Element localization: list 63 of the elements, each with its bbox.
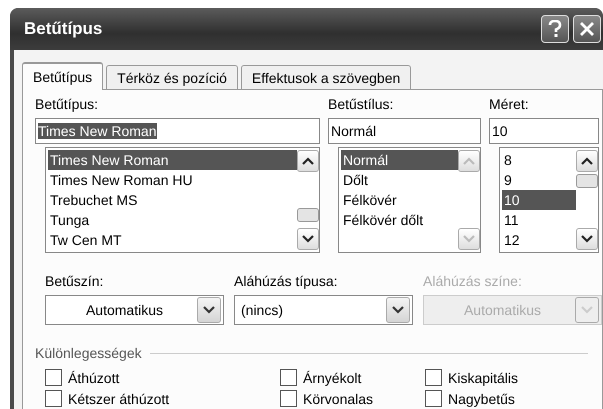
field-label: Betűszín:: [45, 273, 104, 290]
chevron-up-icon: [302, 157, 314, 165]
checkbox[interactable]: [425, 369, 442, 386]
scroll-thumb[interactable]: [576, 174, 598, 188]
chevron-up-icon: [581, 157, 593, 165]
list-item[interactable]: Dőlt: [341, 170, 458, 190]
chevron-down-icon: [203, 306, 215, 314]
dropdown[interactable]: Automatikus: [45, 295, 224, 325]
close-button[interactable]: [573, 15, 601, 43]
list-item[interactable]: 9: [502, 170, 576, 190]
scrollbar[interactable]: [576, 150, 598, 250]
checkbox-label[interactable]: Körvonalas: [303, 390, 374, 406]
scroll-thumb[interactable]: [297, 208, 319, 222]
checkbox[interactable]: [425, 390, 442, 407]
list-item[interactable]: Félkövér: [341, 190, 458, 210]
list-item[interactable]: 10: [502, 190, 576, 210]
checkbox-label[interactable]: Áthúzott: [68, 370, 120, 386]
list-item[interactable]: Trebuchet MS: [48, 190, 297, 210]
field-label: Aláhúzás típusa:: [234, 273, 339, 290]
input-field[interactable]: Times New Roman: [35, 118, 320, 144]
input-field[interactable]: Normál: [328, 118, 481, 144]
scroll-up-button[interactable]: [576, 150, 598, 172]
checkbox[interactable]: [280, 390, 297, 407]
group-title: Különlegességek: [35, 345, 142, 361]
list-item[interactable]: Normál: [341, 150, 458, 170]
checkbox-label[interactable]: Kiskapitális: [448, 370, 518, 386]
field-label: Aláhúzás színe:: [423, 273, 523, 290]
list-item[interactable]: Tw Cen MT: [48, 230, 297, 250]
list-item[interactable]: 8: [502, 150, 576, 170]
chevron-down-icon: [392, 306, 404, 314]
list-item[interactable]: Times New Roman HU: [48, 170, 297, 190]
list-item[interactable]: Tunga: [48, 210, 297, 230]
field-label: Betűtípus:: [35, 96, 98, 113]
window-title: Betűtípus: [24, 19, 102, 39]
help-button[interactable]: [541, 15, 569, 43]
field-label: Betűstílus:: [328, 96, 394, 113]
close-icon: [579, 21, 595, 37]
list-item[interactable]: 11: [502, 210, 576, 230]
list-item[interactable]: 12: [502, 230, 576, 250]
tab[interactable]: Betűtípus: [22, 62, 104, 90]
checkbox[interactable]: [45, 390, 62, 407]
scroll-up-button[interactable]: [297, 150, 319, 172]
checkbox[interactable]: [45, 369, 62, 386]
chevron-down-icon: [463, 235, 475, 243]
list-item[interactable]: Félkövér dőlt: [341, 210, 458, 230]
input-field[interactable]: 10: [489, 118, 599, 144]
scroll-down-button[interactable]: [576, 228, 598, 250]
tab[interactable]: Térköz és pozíció: [106, 65, 238, 89]
chevron-down-icon: [581, 235, 593, 243]
field-label: Méret:: [489, 96, 529, 113]
tab[interactable]: Effektusok a szövegben: [240, 65, 412, 89]
chevron-down-icon: [581, 306, 593, 314]
checkbox-label[interactable]: Kétszer áthúzott: [68, 390, 170, 406]
list-item[interactable]: Times New Roman: [48, 150, 297, 170]
help-icon: [547, 20, 563, 38]
dropdown[interactable]: (nincs): [234, 295, 413, 325]
scrollbar[interactable]: [297, 150, 319, 250]
checkbox-label[interactable]: Árnyékolt: [303, 370, 362, 386]
scroll-down-button[interactable]: [297, 228, 319, 250]
chevron-down-icon: [302, 235, 314, 243]
chevron-up-icon: [463, 157, 475, 165]
checkbox-label[interactable]: Nagybetűs: [448, 390, 515, 406]
checkbox[interactable]: [280, 369, 297, 386]
